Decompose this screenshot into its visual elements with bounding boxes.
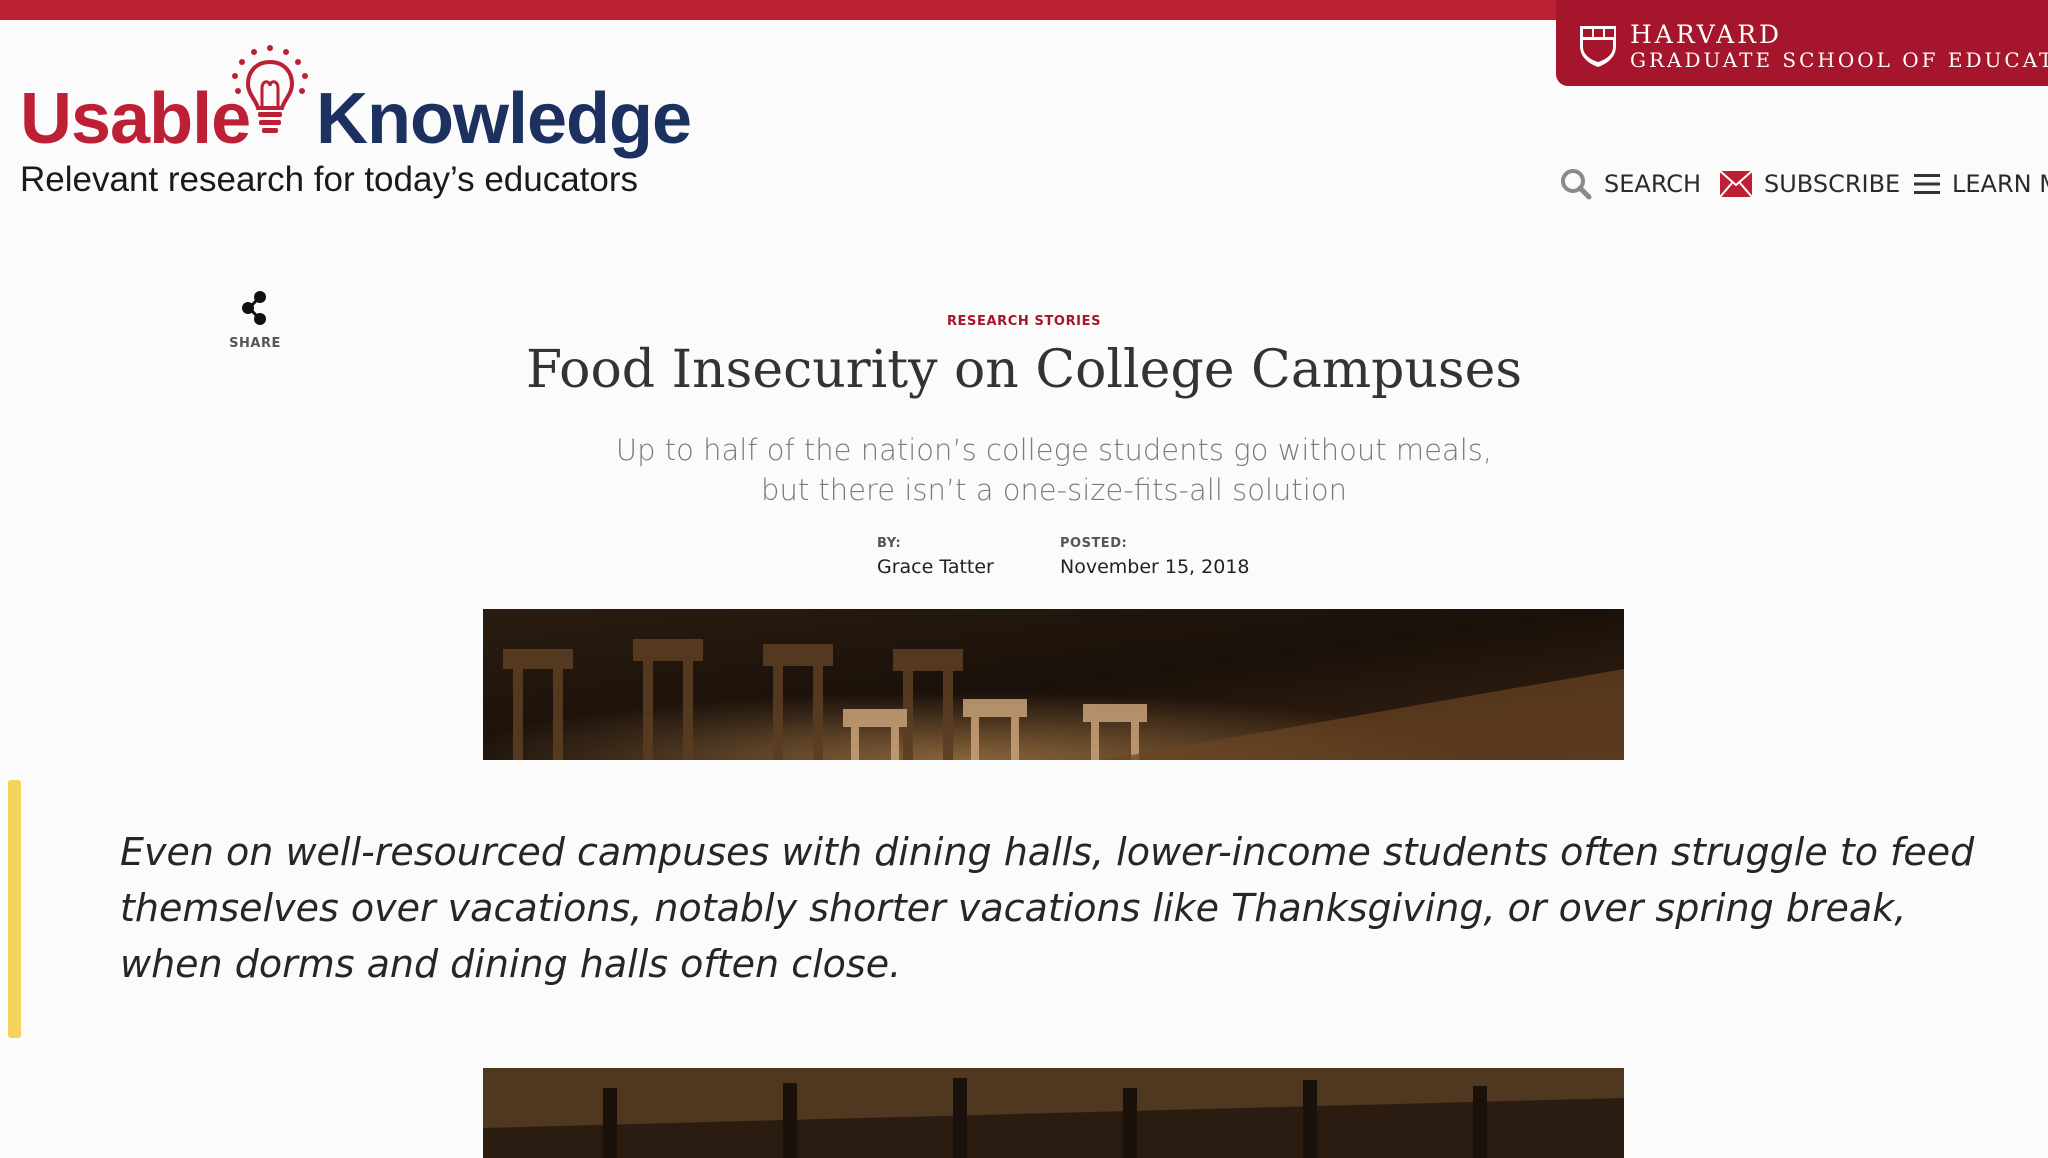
category-link[interactable]: RESEARCH STORIES <box>947 314 1101 329</box>
harvard-gse-link[interactable]: HARVARD GRADUATE SCHOOL OF EDUCATION <box>1556 0 2048 86</box>
article-subtitle: Up to half of the nation’s college stude… <box>615 433 1493 507</box>
subscribe-label: SUBSCRIBE <box>1764 170 1901 198</box>
lightbulb-icon <box>232 45 308 133</box>
author-name[interactable]: Grace Tatter <box>877 556 994 578</box>
posted-date: November 15, 2018 <box>1060 556 1250 578</box>
article-title: Food Insecurity on College Campuses <box>525 340 1523 400</box>
learn-more-label: LEARN MORE <box>1952 170 2048 198</box>
search-icon <box>1561 169 1592 200</box>
site-tagline: Relevant research for today’s educators <box>20 160 639 199</box>
search-label: SEARCH <box>1604 170 1702 198</box>
envelope-icon <box>1720 171 1752 197</box>
pull-quote: Even on well-resourced campuses with din… <box>120 830 1975 986</box>
search-button[interactable]: SEARCH <box>1560 164 1701 204</box>
gse-wordmark: GRADUATE SCHOOL OF EDUCATION <box>1630 48 2048 72</box>
learn-more-button[interactable]: LEARN MORE <box>1914 164 2048 204</box>
secondary-image <box>483 1068 1624 1158</box>
dining-hall-chairs-image <box>483 609 1624 760</box>
article-category: RESEARCH STORIES <box>0 310 2048 329</box>
menu-icon <box>1914 174 1940 194</box>
subscribe-button[interactable]: SUBSCRIBE <box>1720 164 1900 204</box>
hero-image <box>483 609 1624 760</box>
harvard-wordmark: HARVARD <box>1630 20 1783 49</box>
pull-quote-accent-bar <box>8 780 21 1038</box>
posted-label: POSTED: <box>1060 536 1128 551</box>
dining-hall-chairs-image-2 <box>483 1068 1624 1158</box>
logo-knowledge-text: Knowledge <box>316 79 692 159</box>
harvard-shield-icon <box>1580 26 1616 67</box>
logo-usable-text: Usable <box>20 79 251 159</box>
usable-knowledge-logo[interactable]: Usable Knowledge <box>18 44 692 159</box>
byline-label: BY: <box>877 536 902 551</box>
